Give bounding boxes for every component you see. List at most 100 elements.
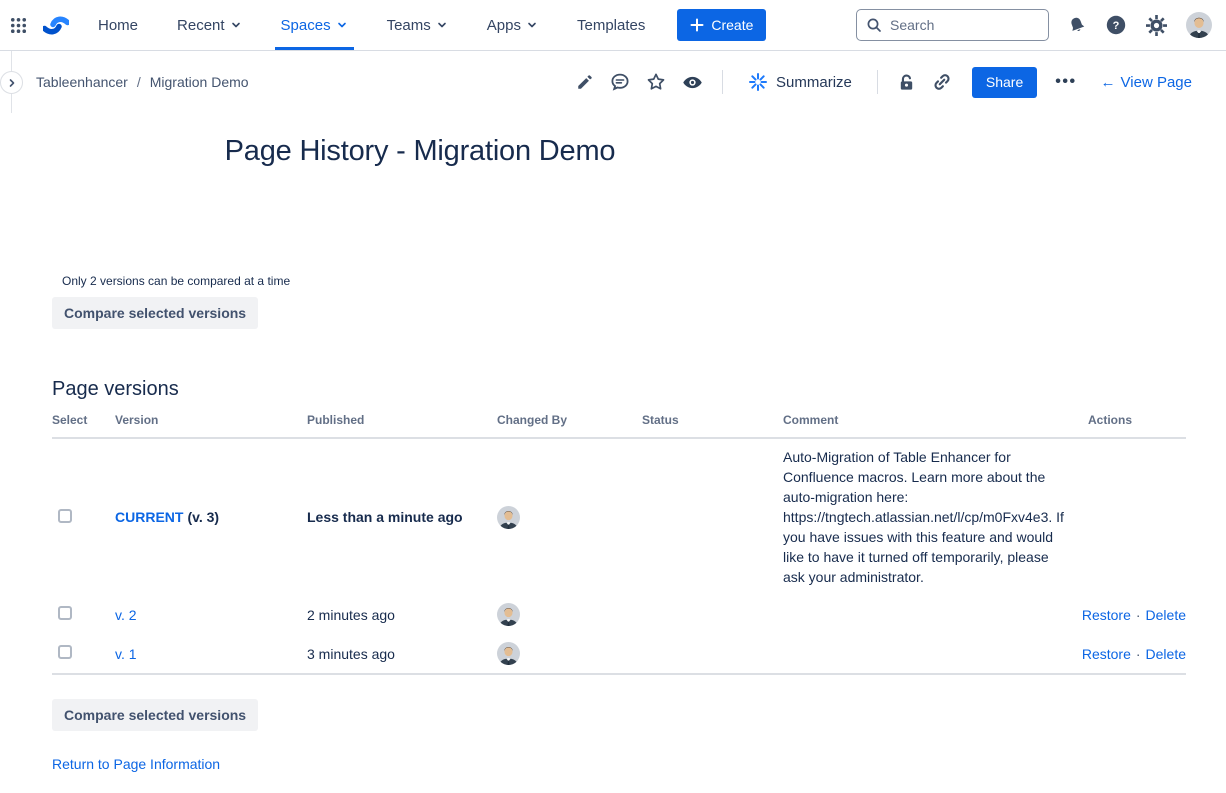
nav-item-label: Templates [577, 17, 645, 34]
changed-by-avatar [497, 603, 520, 626]
app-grid-icon [10, 17, 27, 34]
help-button[interactable]: ? [1105, 14, 1127, 36]
versions-table: Select Version Published Changed By Stat… [52, 413, 1186, 675]
ai-sparkle-icon [748, 72, 768, 92]
view-page-link[interactable]: ← View Page [1095, 73, 1198, 92]
gear-icon [1146, 15, 1167, 36]
breadcrumb-page-link[interactable]: Migration Demo [150, 74, 249, 90]
chevron-down-icon [336, 19, 348, 31]
edit-button[interactable] [576, 73, 594, 91]
actions-cell: Restore · Delete [1070, 646, 1186, 662]
page-toolbar: Summarize Share ••• ← View Page [576, 67, 1198, 98]
unlock-icon [897, 73, 916, 92]
nav-item-label: Apps [487, 17, 521, 34]
comment-cell: Auto-Migration of Table Enhancer for Con… [783, 447, 1070, 587]
version-checkbox[interactable] [58, 645, 72, 659]
delete-link[interactable]: Delete [1146, 646, 1186, 662]
version-link-current[interactable]: CURRENT [115, 509, 183, 525]
action-separator: · [1136, 646, 1141, 662]
page-title: Page History - Migration Demo [40, 135, 800, 168]
compare-selected-versions-button-bottom[interactable]: Compare selected versions [52, 699, 258, 731]
star-icon [646, 72, 666, 92]
nav-item-label: Recent [177, 17, 225, 34]
breadcrumb: Tableenhancer / Migration Demo [36, 74, 249, 90]
column-header-published: Published [307, 413, 497, 427]
nav-item-label: Teams [387, 17, 431, 34]
nav-item-teams[interactable]: Teams [381, 0, 454, 50]
published-cell: Less than a minute ago [307, 509, 497, 525]
plus-icon [690, 18, 704, 32]
nav-item-spaces[interactable]: Spaces [275, 0, 354, 50]
version-link[interactable]: v. 1 [115, 646, 137, 662]
confluence-logo-icon [43, 13, 69, 38]
settings-button[interactable] [1146, 15, 1167, 36]
create-button[interactable]: Create [677, 9, 766, 41]
view-page-label: View Page [1121, 74, 1192, 91]
version-link[interactable]: v. 2 [115, 607, 137, 623]
restore-link[interactable]: Restore [1082, 646, 1131, 662]
changed-by-avatar [497, 506, 520, 529]
user-avatar [1186, 12, 1212, 38]
chevron-down-icon [230, 19, 242, 31]
action-separator: · [1136, 607, 1141, 623]
published-cell: 3 minutes ago [307, 646, 497, 662]
version-checkbox[interactable] [58, 606, 72, 620]
more-actions-button[interactable]: ••• [1053, 73, 1078, 91]
back-arrow-icon: ← [1101, 74, 1116, 91]
comment-icon [610, 72, 630, 92]
svg-text:?: ? [1113, 20, 1120, 32]
column-header-version: Version [115, 413, 307, 427]
table-row: CURRENT(v. 3) Less than a minute ago Aut… [52, 439, 1186, 595]
version-checkbox[interactable] [58, 509, 72, 523]
compare-note: Only 2 versions can be compared at a tim… [62, 274, 1226, 288]
profile-button[interactable] [1186, 12, 1212, 38]
summarize-label: Summarize [776, 74, 852, 91]
toolbar-divider [722, 70, 723, 94]
compare-selected-versions-button-top[interactable]: Compare selected versions [52, 297, 258, 329]
restore-link[interactable]: Restore [1082, 607, 1131, 623]
pencil-icon [576, 73, 594, 91]
notifications-button[interactable] [1068, 16, 1086, 34]
delete-link[interactable]: Delete [1146, 607, 1186, 623]
toolbar-divider [877, 70, 878, 94]
favourite-button[interactable] [646, 72, 666, 92]
chevron-right-icon [6, 77, 18, 89]
nav-item-recent[interactable]: Recent [171, 0, 248, 50]
nav-item-apps[interactable]: Apps [481, 0, 544, 50]
confluence-logo[interactable] [43, 13, 69, 38]
breadcrumb-space-link[interactable]: Tableenhancer [36, 74, 128, 90]
top-navigation: Home Recent Spaces Teams Apps Templates … [0, 0, 1226, 51]
chevron-down-icon [436, 19, 448, 31]
nav-item-home[interactable]: Home [92, 0, 144, 50]
return-to-page-information-link[interactable]: Return to Page Information [52, 756, 220, 772]
column-header-status: Status [642, 413, 783, 427]
expand-sidebar-button[interactable] [0, 71, 23, 94]
create-button-label: Create [711, 17, 753, 33]
copy-link-button[interactable] [932, 72, 952, 92]
primary-nav: Home Recent Spaces Teams Apps Templates [92, 0, 651, 50]
nav-item-label: Spaces [281, 17, 331, 34]
column-header-actions: Actions [1070, 413, 1186, 427]
changed-by-avatar [497, 642, 520, 665]
bell-icon [1068, 16, 1086, 34]
app-switcher-button[interactable] [10, 17, 27, 34]
watch-button[interactable] [682, 72, 703, 93]
table-header-row: Select Version Published Changed By Stat… [52, 413, 1186, 439]
page-versions-heading: Page versions [52, 378, 1226, 401]
column-header-comment: Comment [783, 413, 1070, 427]
search-input[interactable] [856, 9, 1049, 41]
nav-right-group: ? [856, 9, 1212, 41]
help-icon: ? [1105, 14, 1127, 36]
table-body: CURRENT(v. 3) Less than a minute ago Aut… [52, 439, 1186, 675]
comments-button[interactable] [610, 72, 630, 92]
table-row: v. 1 3 minutes ago Restore · Delete [52, 634, 1186, 673]
nav-item-label: Home [98, 17, 138, 34]
search-icon [866, 17, 882, 33]
link-icon [932, 72, 952, 92]
nav-item-templates[interactable]: Templates [571, 0, 651, 50]
table-row: v. 2 2 minutes ago Restore·Delete [52, 595, 1186, 634]
share-button[interactable]: Share [972, 67, 1037, 98]
restrictions-button[interactable] [897, 73, 916, 92]
breadcrumb-separator: / [137, 74, 141, 90]
summarize-button[interactable]: Summarize [742, 71, 858, 93]
